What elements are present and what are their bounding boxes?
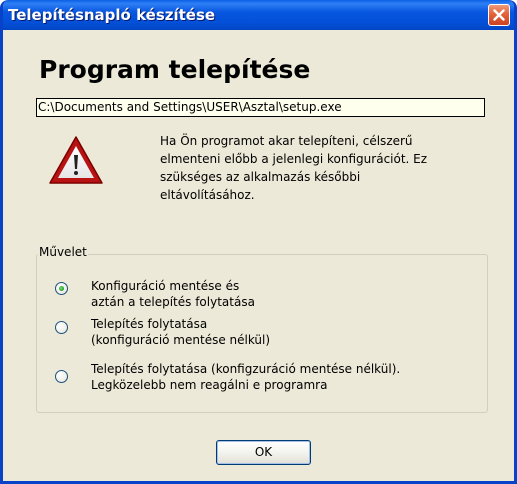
page-title: Program telepítése [39,55,311,84]
setup-path-field: C:\Documents and Settings\USER\Asztal\se… [36,98,485,117]
radio-label[interactable]: Konfiguráció mentése és aztán a telepíté… [91,278,491,310]
radio-button[interactable] [55,321,68,334]
radio-label[interactable]: Telepítés folytatása (konfigzuráció ment… [91,361,491,393]
warning-icon [49,136,103,184]
info-message: Ha Ön programot akar telepíteni, célszer… [160,134,428,202]
radio-button-selected[interactable] [55,282,68,295]
ok-button[interactable]: OK [216,440,311,465]
close-button[interactable] [488,4,510,26]
close-icon [493,9,505,21]
radio-button[interactable] [55,370,68,383]
radio-selected-dot [59,286,64,291]
title-bar[interactable]: Telepítésnapló készítése [3,0,514,30]
radio-label[interactable]: Telepítés folytatása (konfiguráció menté… [91,316,491,348]
window-title: Telepítésnapló készítése [8,6,216,24]
action-group-legend: Művelet [38,245,88,259]
